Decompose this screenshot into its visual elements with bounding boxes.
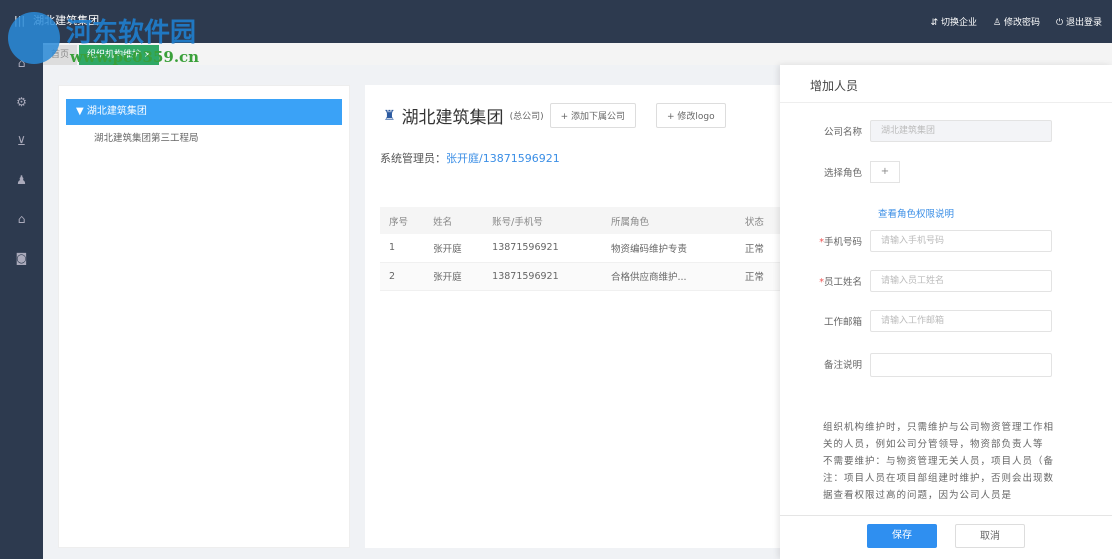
phone-input[interactable]: 请输入手机号码 xyxy=(870,230,1052,252)
logout-button[interactable]: ⏻ 退出登录 xyxy=(1056,15,1102,28)
add-subsidiary-button[interactable]: + 添加下属公司 xyxy=(549,103,636,128)
name-label: *员工姓名 xyxy=(780,274,870,288)
cell: 物资编码维护专责 xyxy=(602,234,736,263)
tab-org-maintenance[interactable]: 组织机构维护 × xyxy=(79,45,160,65)
org-tree: ▼ 湖北建筑集团 湖北建筑集团第三工程局 xyxy=(58,85,350,548)
col-role: 所属角色 xyxy=(602,207,736,234)
add-staff-drawer: 增加人员 公司名称 湖北建筑集团 选择角色 + 查看角色权限说明 *手机号码 请输入手… xyxy=(780,65,1112,559)
power-icon: ⏻ xyxy=(1055,18,1064,28)
label-text: 手机号码 xyxy=(823,237,862,248)
role-label: 选择角色 xyxy=(823,168,862,179)
menu-icon[interactable]: ||| xyxy=(14,14,25,27)
cell: 张开庭 xyxy=(424,262,484,291)
switch-icon: ⇵ xyxy=(930,18,939,28)
cancel-button[interactable]: 取消 xyxy=(955,524,1025,548)
admin-label: 系统管理员： xyxy=(380,152,446,165)
tree-node-root[interactable]: ▼ 湖北建筑集团 xyxy=(66,99,342,125)
email-input[interactable]: 请输入工作邮箱 xyxy=(870,310,1052,332)
cell: 1 xyxy=(380,234,425,263)
drawer-footer: 保存 取消 xyxy=(780,515,1112,559)
cell: 2 xyxy=(380,262,425,291)
remark-label: 备注说明 xyxy=(823,360,862,371)
tree-node-label: 湖北建筑集团 xyxy=(86,106,147,117)
chart-icon[interactable]: ◙ xyxy=(0,238,43,277)
cell: 13871596921 xyxy=(483,262,603,291)
admin-info: 系统管理员：张开庭/13871596921 xyxy=(380,150,560,166)
role-permission-link[interactable]: 查看角色权限说明 xyxy=(878,206,954,220)
col-status: 状态 xyxy=(735,207,780,234)
user-icon: ♙ xyxy=(993,18,1002,28)
gear-icon[interactable]: ⚙ xyxy=(0,82,43,121)
col-name: 姓名 xyxy=(424,207,484,234)
home-icon[interactable]: ⌂ xyxy=(0,43,43,82)
app-logo: ||| 湖北建筑集团 xyxy=(14,12,99,28)
save-button[interactable]: 保存 xyxy=(867,524,937,548)
cell: 张开庭 xyxy=(424,234,484,263)
name-input[interactable]: 请输入员工姓名 xyxy=(870,270,1052,292)
cell: 13871596921 xyxy=(483,234,603,263)
admin-value[interactable]: 张开庭/13871596921 xyxy=(446,152,560,165)
tab-label: 组织机构维护 xyxy=(87,50,142,60)
email-label: 工作邮箱 xyxy=(823,317,862,328)
users-icon[interactable]: ♟ xyxy=(0,160,43,199)
col-account: 账号/手机号 xyxy=(483,207,603,234)
change-password-button[interactable]: ♙ 修改密码 xyxy=(993,15,1040,28)
company-name: 湖北建筑集团 xyxy=(401,108,504,128)
sidebar: ⌂ ⚙ ⊻ ♟ ⌂ ◙ xyxy=(0,43,43,559)
drawer-title: 增加人员 xyxy=(780,65,1112,103)
cell: 合格供应商维护... xyxy=(602,262,736,291)
staff-table: 序号 姓名 账号/手机号 所属角色 状态 1 张开庭 13871596921 物… xyxy=(380,207,780,291)
tab-home[interactable]: 首页 xyxy=(43,45,78,65)
app-title: 湖北建筑集团 xyxy=(33,14,100,27)
table-row[interactable]: 2 张开庭 13871596921 合格供应商维护... 正常 xyxy=(380,262,780,291)
col-index: 序号 xyxy=(380,207,425,234)
remark-textarea[interactable] xyxy=(870,353,1052,377)
company-label: 公司名称 xyxy=(823,127,862,138)
label-text: 员工姓名 xyxy=(823,277,862,288)
phone-label: *手机号码 xyxy=(780,234,870,248)
company-type: (总公司) xyxy=(509,112,544,122)
help-note: 组织机构维护时，只需维护与公司物资管理工作相关的人员，例如公司分管领导，物资部负… xyxy=(823,422,1055,501)
close-icon[interactable]: × xyxy=(144,50,152,60)
company-field: 湖北建筑集团 xyxy=(870,120,1052,142)
company-panel: ♜ 湖北建筑集团 (总公司) + 添加下属公司 + 修改logo 系统管理员：张… xyxy=(365,85,780,548)
house-icon[interactable]: ⌂ xyxy=(0,199,43,238)
cell: 正常 xyxy=(735,262,780,291)
add-role-button[interactable]: + xyxy=(870,161,900,183)
table-row[interactable]: 1 张开庭 13871596921 物资编码维护专责 正常 xyxy=(380,234,780,263)
tree-node-child[interactable]: 湖北建筑集团第三工程局 xyxy=(59,130,349,144)
tab-bar: 首页 组织机构维护 × xyxy=(43,43,1112,65)
top-header: ||| 湖北建筑集团 ⇵ 切换企业 ♙ 修改密码 ⏻ 退出登录 xyxy=(0,0,1112,43)
company-logo-icon: ♜ xyxy=(383,107,396,124)
edit-logo-button[interactable]: + 修改logo xyxy=(656,103,726,128)
table-header: 序号 姓名 账号/手机号 所属角色 状态 xyxy=(380,207,780,234)
switch-company-button[interactable]: ⇵ 切换企业 xyxy=(931,15,977,28)
cell: 正常 xyxy=(735,234,780,263)
cart-icon[interactable]: ⊻ xyxy=(0,121,43,160)
